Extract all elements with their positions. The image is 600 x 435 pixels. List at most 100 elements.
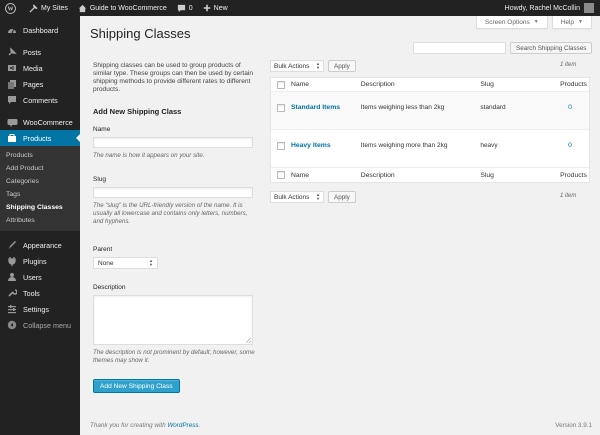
dashboard-icon	[6, 24, 18, 36]
row-products-count[interactable]: 0	[560, 142, 589, 149]
column-description[interactable]: Description	[361, 172, 481, 179]
site-name-label: Guide to WooCommerce	[89, 4, 167, 12]
menu-label: Posts	[23, 47, 41, 57]
help-button[interactable]: Help ▼	[551, 16, 592, 29]
name-label: Name	[93, 126, 111, 133]
table-row: Heavy Items Items weighing more than 2kg…	[271, 130, 589, 168]
name-field[interactable]	[93, 137, 253, 148]
collapse-icon	[6, 319, 18, 331]
bulk-actions-select[interactable]: Bulk Actions ▲ ▼	[270, 191, 324, 203]
resize-handle-icon[interactable]	[246, 338, 251, 343]
site-name-menu[interactable]: Guide to WooCommerce	[73, 0, 172, 16]
screen-options-label: Screen Options	[484, 18, 530, 26]
submenu-products[interactable]: Products	[0, 149, 80, 162]
svg-text:W: W	[7, 6, 13, 12]
wordpress-logo-button[interactable]: W	[0, 0, 24, 16]
row-name-link[interactable]: Heavy Items	[291, 142, 361, 149]
menu-label: Users	[23, 272, 42, 282]
settings-icon	[6, 303, 18, 315]
avatar	[584, 3, 594, 13]
select-all-checkbox[interactable]	[276, 171, 285, 179]
home-icon	[78, 4, 87, 13]
name-help: The name is how it appears on your site.	[93, 152, 205, 159]
table-footer: Name Description Slug Products	[271, 168, 589, 182]
bulk-actions-label: Bulk Actions	[274, 193, 310, 201]
chevron-down-icon: ▼	[533, 19, 539, 25]
row-slug: standard	[480, 104, 506, 111]
menu-label: Pages	[23, 79, 44, 89]
table-header: Name Description Slug Products	[271, 78, 589, 92]
search-box: Search Shipping Classes	[413, 42, 593, 54]
account-menu[interactable]: Howdy, Rachel McCollin	[500, 0, 600, 16]
menu-products[interactable]: Products	[0, 130, 80, 146]
slug-label: Slug	[93, 176, 107, 183]
menu-posts[interactable]: Posts	[0, 44, 80, 60]
menu-plugins[interactable]: Plugins	[0, 253, 80, 269]
comments-icon	[6, 94, 18, 106]
my-sites-label: My Sites	[41, 4, 68, 12]
parent-select[interactable]: None ▲ ▼	[93, 257, 158, 269]
column-slug[interactable]: Slug	[480, 172, 560, 179]
menu-users[interactable]: Users	[0, 269, 80, 285]
my-sites-menu[interactable]: My Sites	[24, 0, 73, 16]
search-button[interactable]: Search Shipping Classes	[510, 42, 593, 54]
submenu-shipping-classes[interactable]: Shipping Classes	[0, 201, 80, 214]
submenu-attributes[interactable]: Attributes	[0, 214, 80, 227]
row-description: Items weighing less than 2kg	[360, 104, 445, 111]
menu-settings[interactable]: Settings	[0, 301, 80, 317]
slug-field[interactable]	[93, 187, 253, 198]
help-label: Help	[560, 18, 575, 26]
new-content-button[interactable]: New	[198, 0, 233, 16]
add-shipping-class-button[interactable]: Add New Shipping Class	[93, 379, 180, 393]
column-slug[interactable]: Slug	[480, 81, 560, 88]
submenu-categories[interactable]: Categories	[0, 175, 80, 188]
comments-button[interactable]: 0	[172, 0, 198, 16]
media-icon	[6, 62, 18, 74]
new-label: New	[213, 4, 228, 12]
menu-collapse[interactable]: Collapse menu	[0, 317, 80, 333]
menu-dashboard[interactable]: Dashboard	[0, 22, 80, 38]
screen-options-button[interactable]: Screen Options ▼	[475, 16, 548, 29]
row-checkbox[interactable]	[276, 142, 285, 150]
comment-bubble-icon	[177, 4, 186, 13]
form-column: Shipping classes can be used to group pr…	[93, 62, 255, 94]
menu-tools[interactable]: Tools	[0, 285, 80, 301]
menu-label: Collapse menu	[23, 320, 71, 330]
apply-button[interactable]: Apply	[328, 191, 356, 203]
chevron-down-icon: ▼	[578, 19, 583, 25]
column-description[interactable]: Description	[361, 81, 481, 88]
screen-meta-tabs: Screen Options ▼ Help ▼	[475, 16, 592, 29]
search-input[interactable]	[413, 42, 506, 54]
form-heading: Add New Shipping Class	[93, 107, 182, 116]
apply-button[interactable]: Apply	[328, 60, 356, 72]
page-title: Shipping Classes	[90, 26, 191, 41]
row-products-count[interactable]: 0	[560, 104, 589, 111]
row-checkbox[interactable]	[276, 104, 285, 112]
menu-comments[interactable]: Comments	[0, 92, 80, 108]
footer-version: Version 3.9.1	[555, 422, 592, 429]
submenu-tags[interactable]: Tags	[0, 188, 80, 201]
bulk-actions-top: Bulk Actions ▲ ▼ Apply	[270, 60, 356, 72]
column-products[interactable]: Products	[560, 172, 589, 179]
submenu-add-product[interactable]: Add Product	[0, 162, 80, 175]
bulk-actions-select[interactable]: Bulk Actions ▲ ▼	[270, 60, 324, 72]
column-products[interactable]: Products	[560, 81, 589, 88]
plugins-icon	[6, 255, 18, 267]
menu-woocommerce[interactable]: WooCommerce	[0, 114, 80, 130]
wordpress-link[interactable]: WordPress	[167, 422, 198, 429]
select-all-checkbox[interactable]	[276, 80, 285, 89]
description-field[interactable]	[93, 295, 253, 345]
footer-thanks-prefix: Thank you for creating with	[90, 422, 168, 429]
column-name[interactable]: Name	[291, 81, 361, 88]
menu-pages[interactable]: Pages	[0, 76, 80, 92]
menu-appearance[interactable]: Appearance	[0, 237, 80, 253]
admin-bar: W My Sites Guide to WooCommerce 0 New Ho…	[0, 0, 600, 16]
column-name[interactable]: Name	[291, 172, 361, 179]
table-row: Standard Items Items weighing less than …	[271, 92, 589, 130]
menu-media[interactable]: Media	[0, 60, 80, 76]
plus-icon	[203, 4, 211, 12]
users-icon	[6, 271, 18, 283]
sites-icon	[29, 3, 38, 13]
row-name-link[interactable]: Standard Items	[291, 104, 361, 111]
admin-sidebar: Dashboard Posts Media Pages Comments Woo…	[0, 16, 80, 435]
